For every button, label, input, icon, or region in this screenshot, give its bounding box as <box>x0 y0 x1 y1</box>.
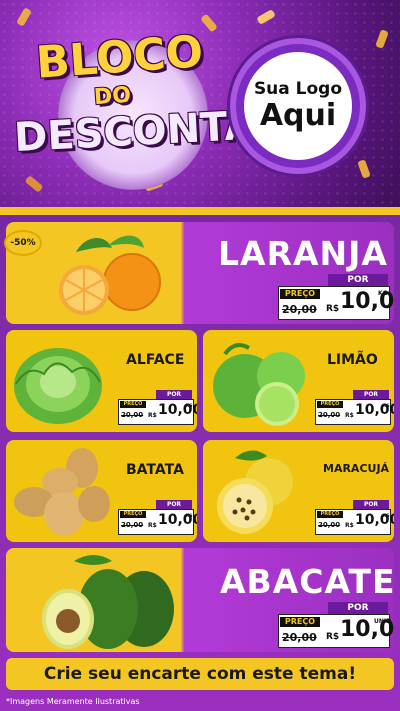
product-card-limao: LIMÃO POR PREÇO 20,00 R$ 10,00 KG <box>203 330 394 432</box>
product-name-maracuja: MARACUJÁ <box>323 462 390 475</box>
price-tag-limao: POR PREÇO 20,00 R$ 10,00 KG <box>315 390 394 425</box>
product-card-abacate: ABACATE POR PREÇO 20,00 R$ 10,00 UNID <box>6 548 394 652</box>
divider-strip <box>0 207 400 215</box>
product-card-maracuja: MARACUJÁ POR PREÇO 20,00 R$ 10,00 KG <box>203 440 394 542</box>
lime-icon <box>213 343 305 426</box>
product-name-laranja: LARANJA <box>218 234 388 273</box>
price-tag-laranja: POR PREÇO 20,00 R$ 10,00 KG <box>278 274 394 320</box>
passion-fruit-icon <box>217 450 293 534</box>
discount-badge: -50% <box>6 232 40 254</box>
potato-icon <box>14 448 110 536</box>
old-price: 20,00 <box>282 631 317 644</box>
product-name-abacate: ABACATE <box>220 562 394 601</box>
cta-banner: Crie seu encarte com este tema! <box>6 658 394 690</box>
header-banner: BLOCO DO DESCONTÃO Sua Logo Aqui <box>0 0 400 210</box>
title-line-2: DO <box>93 82 132 111</box>
avocado-icon <box>42 555 174 649</box>
old-price: 20,00 <box>282 303 317 316</box>
price-tag-abacate: POR PREÇO 20,00 R$ 10,00 UNID <box>278 602 394 648</box>
disclaimer-text: *Imagens Meramente Ilustrativas <box>6 697 140 706</box>
lettuce-icon <box>14 348 102 424</box>
orange-icon <box>59 235 161 315</box>
flyer: BLOCO DO DESCONTÃO Sua Logo Aqui LARANJA… <box>0 0 400 711</box>
logo-text-1: Sua Logo <box>253 79 343 100</box>
price-tag-batata: POR PREÇO 20,00 R$ 10,00 KG <box>118 500 197 535</box>
product-name-alface: ALFACE <box>126 352 185 368</box>
logo-text-2: Aqui <box>259 97 337 133</box>
product-name-limao: LIMÃO <box>327 352 378 368</box>
price-tag-alface: POR PREÇO 20,00 R$ 10,00 KG <box>118 390 197 425</box>
product-card-batata: BATATA POR PREÇO 20,00 R$ 10,00 KG <box>6 440 197 542</box>
price-tag-maracuja: POR PREÇO 20,00 R$ 10,00 KG <box>315 500 394 535</box>
product-card-alface: ALFACE POR PREÇO 20,00 R$ 10,00 KG <box>6 330 197 432</box>
logo-placeholder: Sua Logo Aqui <box>236 44 360 168</box>
title-logo: BLOCO DO DESCONTÃO <box>6 22 290 192</box>
product-name-batata: BATATA <box>126 462 184 478</box>
product-card-laranja: LARANJA POR PREÇO 20,00 R$ 10,00 KG <box>6 222 394 324</box>
